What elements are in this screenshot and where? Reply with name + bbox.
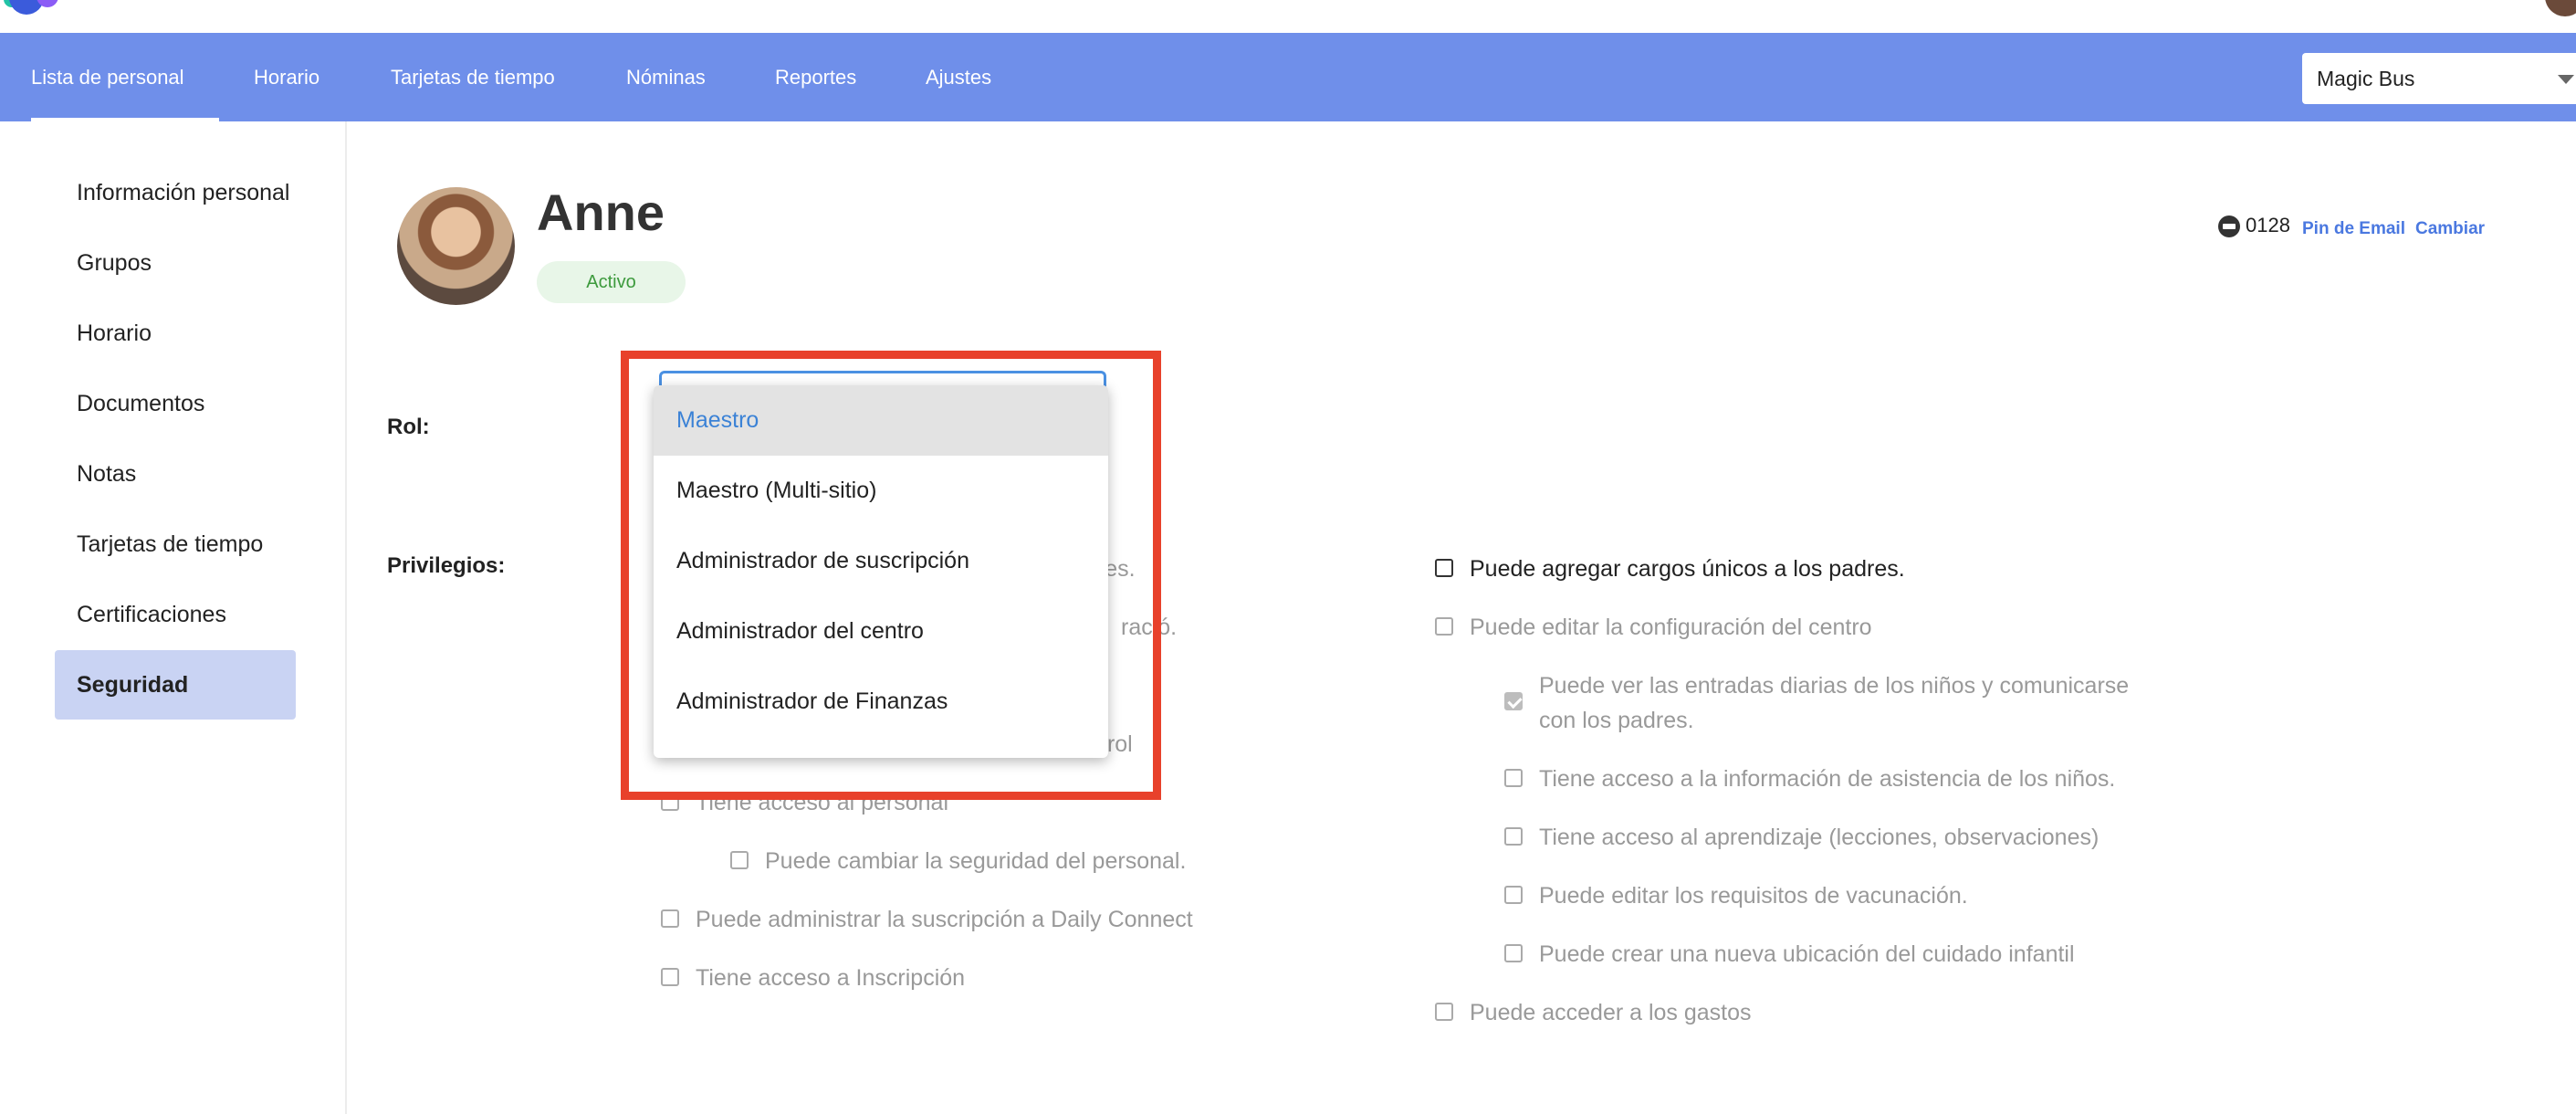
main-nav-bar	[0, 33, 2576, 121]
sidebar-item-groups[interactable]: Grupos	[55, 228, 296, 298]
checkbox[interactable]	[1435, 559, 1453, 577]
nav-tab-schedule[interactable]: Horario	[254, 33, 319, 121]
profile-avatar	[397, 187, 515, 305]
role-dropdown-menu: Maestro Maestro (Multi-sitio) Administra…	[654, 385, 1108, 758]
role-option-center-admin[interactable]: Administrador del centro	[654, 596, 1108, 667]
checkbox[interactable]	[730, 851, 749, 869]
checkbox[interactable]	[1504, 886, 1523, 904]
nav-tab-staff-list[interactable]: Lista de personal	[31, 33, 219, 121]
change-pin-link[interactable]: Cambiar	[2415, 219, 2485, 239]
checkbox[interactable]	[1435, 1003, 1453, 1021]
checkbox[interactable]	[661, 909, 679, 928]
chevron-down-icon	[2558, 75, 2574, 84]
nav-tab-settings[interactable]: Ajustes	[926, 33, 991, 121]
status-badge: Activo	[537, 261, 686, 303]
sidebar-item-schedule[interactable]: Horario	[55, 299, 296, 368]
site-select-value: Magic Bus	[2317, 67, 2415, 90]
privileges-label: Privilegios:	[387, 553, 506, 578]
profile-name: Anne	[537, 184, 665, 241]
role-option-teacher[interactable]: Maestro	[654, 385, 1108, 456]
role-label: Rol:	[387, 415, 430, 439]
nav-tab-time-cards[interactable]: Tarjetas de tiempo	[391, 33, 555, 121]
sidebar-item-security[interactable]: Seguridad	[55, 650, 296, 720]
checkbox[interactable]	[661, 793, 679, 811]
checkbox[interactable]	[661, 968, 679, 986]
pin-email-link[interactable]: Pin de Email	[2302, 219, 2405, 239]
sidebar-item-documents[interactable]: Documentos	[55, 369, 296, 438]
checkbox[interactable]	[1504, 827, 1523, 846]
pin-code: 0128	[2246, 214, 2290, 236]
checkbox-checked[interactable]	[1504, 692, 1523, 710]
checkbox[interactable]	[1435, 617, 1453, 636]
sidebar-item-personal-info[interactable]: Información personal	[55, 158, 296, 227]
role-option-teacher-multisite[interactable]: Maestro (Multi-sitio)	[654, 456, 1108, 526]
sidebar-item-notes[interactable]: Notas	[55, 439, 296, 509]
checkbox[interactable]	[1504, 944, 1523, 962]
top-strip	[0, 0, 2576, 33]
keypad-icon	[2218, 215, 2240, 237]
sidebar-item-time-cards[interactable]: Tarjetas de tiempo	[55, 510, 296, 579]
site-select[interactable]: Magic Bus	[2302, 53, 2576, 104]
sidebar-item-certifications[interactable]: Certificaciones	[55, 580, 296, 649]
user-avatar[interactable]	[2545, 0, 2576, 16]
checkbox[interactable]	[1504, 769, 1523, 787]
nav-tab-payroll[interactable]: Nóminas	[626, 33, 706, 121]
role-option-finance-admin[interactable]: Administrador de Finanzas	[654, 667, 1108, 737]
role-option-subscription-admin[interactable]: Administrador de suscripción	[654, 526, 1108, 596]
nav-tab-reports[interactable]: Reportes	[775, 33, 856, 121]
